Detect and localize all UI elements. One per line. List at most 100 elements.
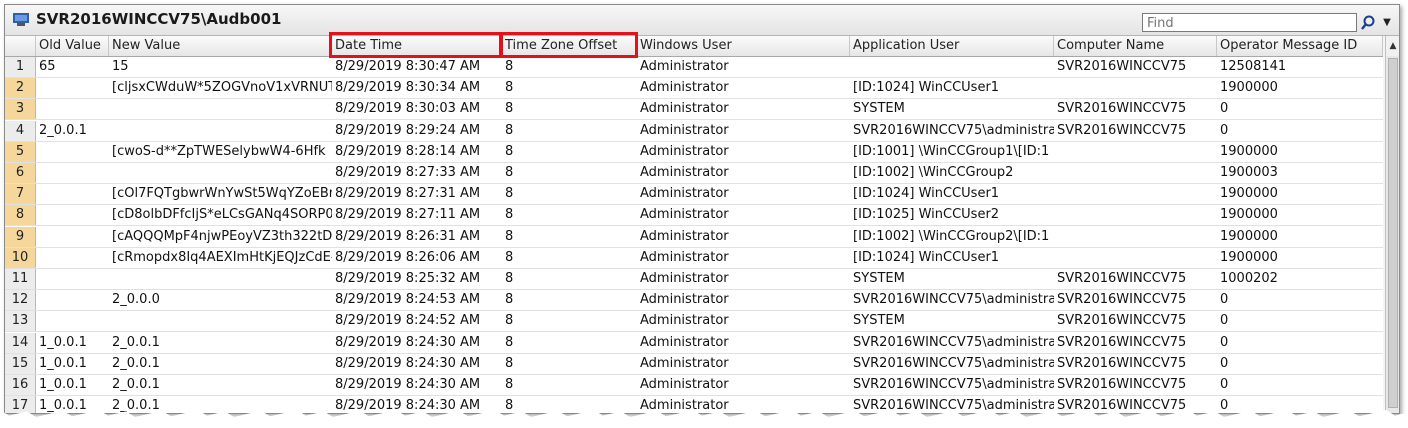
cell-computer-name: SVR2016WINCCV75 <box>1057 122 1187 138</box>
cell-windows-user: Administrator <box>640 59 729 74</box>
table-row[interactable]: 4 2_0.0.1 8/29/2019 8:29:24 AM 8 Administrat… <box>5 120 1383 142</box>
cell-date-time: 8/29/2019 8:30:34 AM <box>335 80 481 96</box>
row-number[interactable]: 16 <box>5 375 36 395</box>
column-header-application-user[interactable]: Application User <box>850 36 1054 56</box>
row-number[interactable]: 3 <box>5 99 36 120</box>
cell-time-zone-offset: 8 <box>505 101 514 117</box>
row-number[interactable]: 9 <box>5 226 36 247</box>
cell-time-zone-offset: 8 <box>505 292 514 308</box>
column-header-time-zone-offset[interactable]: Time Zone Offset <box>502 36 637 56</box>
column-header-operator-message-id[interactable]: Operator Message ID <box>1217 36 1383 56</box>
cell-windows-user: Administrator <box>640 355 729 371</box>
cell-application-user: SYSTEM <box>853 313 905 329</box>
cell-operator-message-id: 0 <box>1220 355 1229 371</box>
row-number[interactable]: 14 <box>5 332 36 353</box>
column-header-windows-user[interactable]: Windows User <box>637 36 850 56</box>
cell-time-zone-offset: 8 <box>505 186 514 202</box>
table-row[interactable]: 12 2_0.0.0 8/29/2019 8:24:53 AM 8 Administra… <box>5 290 1383 312</box>
cell-old-value <box>36 78 109 98</box>
cell-windows-user: Administrator <box>640 228 729 244</box>
cell-windows-user: Administrator <box>640 313 729 329</box>
row-number[interactable]: 6 <box>5 163 36 183</box>
table-row[interactable]: 9 [cAQQQMpF4njwPEoyVZ3th322tDV 8/29/2019 8… <box>5 226 1383 248</box>
table-row[interactable]: 8 [cD8olbDFfcIjS*eLCsGANq4SORP0 8/29/2019 … <box>5 205 1383 227</box>
cell-windows-user: Administrator <box>640 377 729 392</box>
cell-application-user: SYSTEM <box>853 101 905 117</box>
cell-computer-name <box>1054 142 1217 162</box>
table-row[interactable]: 14 1_0.0.1 2_0.0.1 8/29/2019 8:24:30 AM 8 Adm… <box>5 332 1383 354</box>
cell-new-value: 2_0.0.1 <box>112 377 160 392</box>
cell-time-zone-offset: 8 <box>505 165 514 180</box>
row-number[interactable]: 12 <box>5 290 36 311</box>
row-number[interactable]: 5 <box>5 141 36 162</box>
cell-time-zone-offset: 8 <box>505 313 514 329</box>
cell-date-time: 8/29/2019 8:26:06 AM <box>335 249 481 265</box>
row-number[interactable]: 15 <box>5 353 36 374</box>
cell-old-value <box>36 205 109 225</box>
cell-application-user: [ID:1002] \WinCCGroup2 <box>853 165 1014 180</box>
cell-computer-name: SVR2016WINCCV75 <box>1057 334 1187 350</box>
cell-old-value <box>36 142 109 162</box>
cell-old-value <box>36 99 109 119</box>
cell-computer-name: SVR2016WINCCV75 <box>1057 101 1187 117</box>
cell-new-value: [cRmopdx8Iq4AEXImHtKjEQJzCdE- <box>112 249 332 265</box>
table-header: Old Value New Value Date Time Time Zone Off… <box>5 36 1383 57</box>
cell-time-zone-offset: 8 <box>505 334 514 350</box>
table-row[interactable]: 7 [cOl7FQTgbwrWnYwSt5WqYZoEBr 8/29/2019 8:… <box>5 184 1383 206</box>
table-row[interactable]: 13 8/29/2019 8:24:52 AM 8 Administrator SYST… <box>5 311 1383 333</box>
cell-old-value: 65 <box>39 59 56 74</box>
cell-computer-name: SVR2016WINCCV75 <box>1057 313 1187 329</box>
cell-new-value <box>109 163 332 183</box>
find-input[interactable] <box>1142 13 1357 32</box>
table-row[interactable]: 5 [cwoS-d**ZpTWESelybwW4-6Hfk 8/29/2019 8:… <box>5 141 1383 163</box>
scroll-up-icon[interactable]: ▲ <box>1386 36 1399 56</box>
cell-date-time: 8/29/2019 8:30:47 AM <box>335 59 481 74</box>
table-row[interactable]: 11 8/29/2019 8:25:32 AM 8 Administrator SYST… <box>5 269 1383 290</box>
row-number[interactable]: 1 <box>5 57 36 77</box>
cell-operator-message-id: 0 <box>1220 377 1229 392</box>
cell-operator-message-id: 0 <box>1220 122 1229 138</box>
cell-operator-message-id: 1900000 <box>1220 143 1278 159</box>
cell-date-time: 8/29/2019 8:27:11 AM <box>335 207 481 223</box>
cell-application-user: [ID:1024] WinCCUser1 <box>853 249 1000 265</box>
cell-computer-name <box>1054 227 1217 247</box>
cell-old-value <box>36 184 109 204</box>
cell-time-zone-offset: 8 <box>505 228 514 244</box>
cell-time-zone-offset: 8 <box>505 207 514 223</box>
row-number[interactable]: 13 <box>5 311 36 332</box>
cell-computer-name: SVR2016WINCCV75 <box>1057 292 1187 308</box>
cell-windows-user: Administrator <box>640 207 729 223</box>
column-header-date-time[interactable]: Date Time <box>332 36 502 56</box>
table-row[interactable]: 2 [cljsxCWduW*5ZOGVnoV1xVRNUT 8/29/2019 8:… <box>5 78 1383 100</box>
table-row[interactable]: 6 8/29/2019 8:27:33 AM 8 Administrator [ID:1… <box>5 163 1383 184</box>
row-number[interactable]: 7 <box>5 184 36 205</box>
cell-new-value: [cljsxCWduW*5ZOGVnoV1xVRNUT <box>112 80 332 96</box>
table-row[interactable]: 15 1_0.0.1 2_0.0.1 8/29/2019 8:24:30 AM 8 Adm… <box>5 353 1383 375</box>
cell-date-time: 8/29/2019 8:26:31 AM <box>335 228 481 244</box>
cell-computer-name <box>1054 205 1217 225</box>
table-row[interactable]: 16 1_0.0.1 2_0.0.1 8/29/2019 8:24:30 AM 8 Adm… <box>5 375 1383 396</box>
column-header-old-value[interactable]: Old Value <box>36 36 109 56</box>
row-number[interactable]: 2 <box>5 78 36 99</box>
row-number[interactable]: 8 <box>5 205 36 226</box>
column-header-new-value[interactable]: New Value <box>109 36 332 56</box>
table-row[interactable]: 3 8/29/2019 8:30:03 AM 8 Administrator SYSTE… <box>5 99 1383 121</box>
audit-table: Old Value New Value Date Time Time Zone Off… <box>5 36 1383 413</box>
audit-viewer-window: SVR2016WINCCV75\Audb001 ▼ Old ValueNew V… <box>4 4 1400 414</box>
table-row[interactable]: 10 [cRmopdx8Iq4AEXImHtKjEQJzCdE- 8/29/2019… <box>5 247 1383 269</box>
row-number[interactable]: 10 <box>5 247 36 268</box>
row-number[interactable]: 11 <box>5 269 36 289</box>
cell-old-value <box>36 248 109 268</box>
chevron-down-icon[interactable]: ▼ <box>1380 13 1394 32</box>
table-row[interactable]: 1 65 15 8/29/2019 8:30:47 AM 8 Administrator S… <box>5 57 1383 78</box>
cell-operator-message-id: 1900000 <box>1220 80 1278 96</box>
column-header-computer-name[interactable]: Computer Name <box>1054 36 1217 56</box>
cell-computer-name: SVR2016WINCCV75 <box>1057 59 1187 74</box>
search-icon[interactable] <box>1357 13 1379 32</box>
vertical-scrollbar[interactable]: ▲ <box>1385 36 1399 413</box>
scroll-thumb[interactable] <box>1388 58 1398 408</box>
cell-application-user: [ID:1002] \WinCCGroup2\[ID:1 <box>853 228 1050 244</box>
cell-time-zone-offset: 8 <box>505 143 514 159</box>
row-number[interactable]: 4 <box>5 120 36 141</box>
cell-computer-name <box>1054 184 1217 204</box>
